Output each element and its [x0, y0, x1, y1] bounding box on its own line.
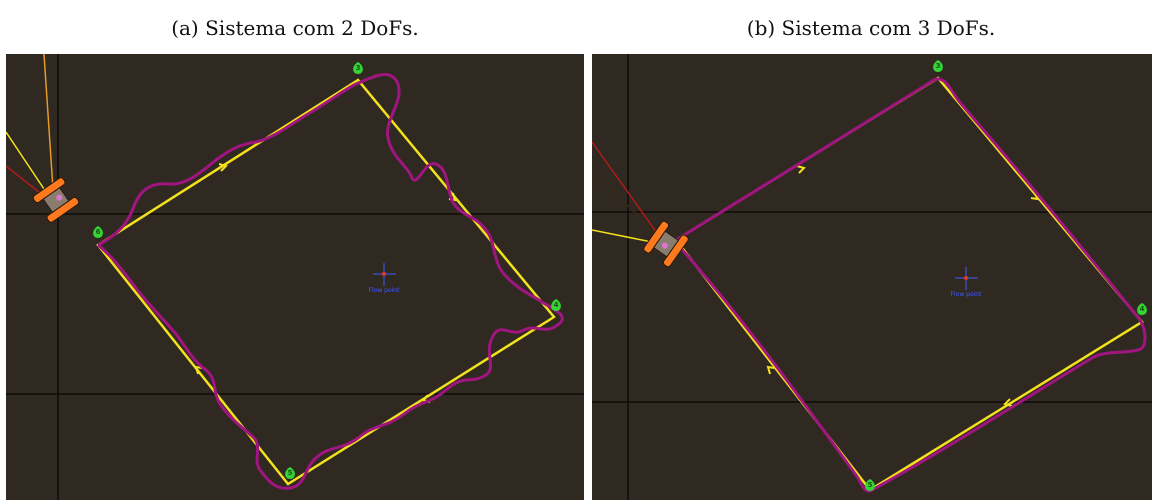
map-panel-3dof[interactable]: Flow point 3 4 5 — [592, 54, 1152, 500]
center-label: Flow point — [369, 287, 401, 294]
waypoint-label: 4 — [1140, 305, 1145, 313]
waypoint-label: 4 — [554, 301, 559, 309]
waypoint-label: 3 — [356, 64, 361, 72]
map-panel-2dof[interactable]: Flow point 3 4 5 6 — [6, 54, 584, 500]
map-background — [592, 54, 1152, 500]
center-label: Flow point — [951, 291, 983, 298]
caption-3dof: (b) Sistema com 3 DoFs. — [746, 16, 996, 40]
map-canvas-2dof[interactable]: Flow point 3 4 5 6 — [6, 54, 584, 500]
waypoint-label: 6 — [96, 228, 101, 236]
waypoint-label: 5 — [868, 481, 873, 489]
map-canvas-3dof[interactable]: Flow point 3 4 5 — [592, 54, 1152, 500]
waypoint-label: 3 — [936, 62, 941, 70]
caption-2dof: (a) Sistema com 2 DoFs. — [171, 16, 419, 40]
waypoint-label: 5 — [288, 469, 293, 477]
